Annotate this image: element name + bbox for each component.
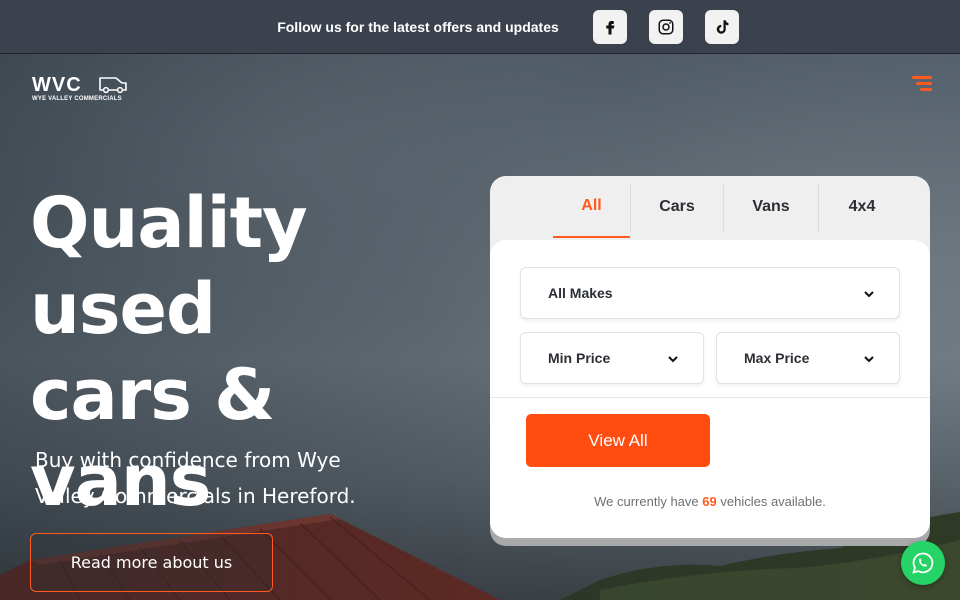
logo-wordmark: WVC: [32, 74, 82, 96]
topbar-text: Follow us for the latest offers and upda…: [277, 18, 559, 35]
read-more-button[interactable]: Read more about us: [30, 533, 273, 592]
whatsapp-icon: [912, 552, 934, 574]
vehicle-count: 69: [702, 494, 717, 509]
instagram-icon: [658, 19, 674, 34]
availability-suffix: vehicles available.: [720, 494, 826, 509]
tab-cars[interactable]: Cars: [631, 176, 723, 238]
van-icon: [99, 77, 127, 94]
tab-4x4[interactable]: 4x4: [819, 176, 905, 238]
tab-vans[interactable]: Vans: [724, 176, 818, 238]
min-price-select[interactable]: Min Price: [520, 332, 704, 384]
wvc-logo[interactable]: WVC WYE VALLEY COMMERCIALS: [32, 74, 130, 104]
vehicle-type-tabs: All Cars Vans 4x4: [490, 176, 930, 240]
panel-divider: [490, 397, 930, 398]
tiktok-icon: [716, 19, 729, 34]
instagram-button[interactable]: [648, 9, 683, 44]
max-price-select[interactable]: Max Price: [716, 332, 900, 384]
headline-line-1: Quality: [30, 182, 308, 264]
search-panel: All Makes Min Price Max Price View All W…: [490, 240, 930, 538]
tab-all[interactable]: All: [553, 176, 630, 238]
availability-prefix: We currently have: [594, 494, 699, 509]
facebook-icon: [606, 20, 615, 34]
hero-subtext: Buy with confidence from Wye Valley Comm…: [35, 448, 356, 508]
headline-line-2: used: [30, 268, 216, 350]
min-price-value: Min Price: [548, 350, 611, 366]
chevron-down-icon: [864, 291, 874, 298]
logo-subtitle: WYE VALLEY COMMERCIALS: [32, 96, 122, 102]
vehicle-search-card: All Cars Vans 4x4 All Makes Min Price Ma…: [490, 176, 930, 538]
chevron-down-icon: [668, 356, 678, 363]
facebook-button[interactable]: [592, 9, 627, 44]
make-select[interactable]: All Makes: [520, 267, 900, 319]
whatsapp-chat-button[interactable]: [901, 541, 945, 585]
tiktok-button[interactable]: [704, 9, 739, 44]
view-all-button[interactable]: View All: [526, 414, 710, 467]
chevron-down-icon: [864, 356, 874, 363]
max-price-value: Max Price: [744, 350, 810, 366]
hamburger-menu-icon[interactable]: [906, 76, 932, 96]
make-select-value: All Makes: [548, 285, 613, 301]
availability-text: We currently have 69 vehicles available.: [490, 494, 930, 509]
social-topbar: Follow us for the latest offers and upda…: [0, 0, 960, 54]
